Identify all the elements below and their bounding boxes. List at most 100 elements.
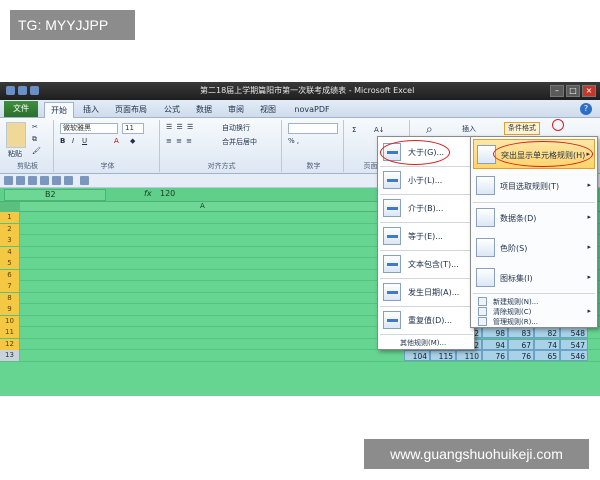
percent-icon[interactable]: % , bbox=[288, 137, 299, 145]
undo-icon[interactable] bbox=[30, 86, 39, 95]
menu-item-between[interactable]: 介于(B)... bbox=[380, 195, 473, 221]
insert-button[interactable]: 插入 bbox=[462, 124, 476, 134]
row-header[interactable]: 5 bbox=[0, 258, 20, 269]
name-box[interactable]: B2 bbox=[4, 189, 106, 201]
tab-page-layout[interactable]: 页面布局 bbox=[108, 102, 154, 118]
table-cell[interactable]: 548 bbox=[560, 327, 588, 338]
find-icon[interactable]: ⌕ bbox=[426, 122, 433, 137]
table-cell[interactable]: 110 bbox=[456, 350, 482, 361]
less-than-icon bbox=[383, 171, 401, 189]
formula-input[interactable]: 120 bbox=[160, 189, 175, 198]
tab-novapdf[interactable]: novaPDF bbox=[290, 102, 334, 118]
paste-icon[interactable] bbox=[6, 122, 26, 148]
font-color-icon[interactable]: A bbox=[114, 137, 119, 145]
table-cell[interactable]: 104 bbox=[404, 350, 430, 361]
sigma-icon[interactable]: Σ bbox=[352, 126, 356, 134]
wrap-text-button[interactable]: 自动换行 bbox=[222, 123, 250, 133]
close-button[interactable]: × bbox=[582, 85, 596, 97]
menu-item-less-than[interactable]: 小于(L)... bbox=[380, 167, 473, 193]
row-header[interactable]: 12 bbox=[0, 338, 20, 350]
save-icon[interactable] bbox=[18, 86, 27, 95]
font-name-select[interactable]: 微软雅黑 bbox=[60, 123, 118, 134]
tab-formulas[interactable]: 公式 bbox=[158, 102, 186, 118]
underline-button[interactable]: U bbox=[82, 137, 87, 145]
menu-item-manage-rules[interactable]: 管理规则(R)... bbox=[473, 315, 595, 328]
qat-icon-3[interactable] bbox=[28, 176, 37, 185]
qat-icon-1[interactable] bbox=[4, 176, 13, 185]
tab-file[interactable]: 文件 bbox=[4, 101, 38, 117]
color-scales-icon bbox=[476, 238, 495, 257]
row-header[interactable]: 3 bbox=[0, 235, 20, 246]
menu-item-text-contains[interactable]: 文本包含(T)... bbox=[380, 251, 473, 277]
row-header[interactable]: 2 bbox=[0, 223, 20, 235]
tab-home[interactable]: 开始 bbox=[44, 102, 74, 118]
fx-icon[interactable]: fx bbox=[144, 189, 152, 198]
row-header[interactable]: 8 bbox=[0, 292, 20, 304]
menu-item-label: 数据条(D) bbox=[500, 214, 537, 223]
paste-button[interactable]: 粘贴 bbox=[8, 149, 22, 159]
qat-icon-7[interactable] bbox=[80, 176, 89, 185]
format-painter-icon[interactable]: 🖌 bbox=[32, 147, 41, 155]
table-cell[interactable]: 74 bbox=[534, 338, 560, 350]
excel-icon bbox=[6, 86, 15, 95]
menu-item-top-bottom-rules[interactable]: 项目选取规则(T) ▸ bbox=[473, 171, 595, 201]
help-icon[interactable]: ? bbox=[580, 103, 592, 115]
conditional-formatting-button[interactable]: 条件格式 bbox=[504, 122, 540, 135]
qat-icon-4[interactable] bbox=[40, 176, 49, 185]
row-header[interactable]: 6 bbox=[0, 269, 20, 281]
tab-data[interactable]: 数据 bbox=[190, 102, 218, 118]
menu-item-label: 项目选取规则(T) bbox=[500, 182, 560, 191]
menu-item-duplicate-values[interactable]: 重复值(D)... bbox=[380, 307, 473, 333]
table-cell[interactable]: 76 bbox=[508, 350, 534, 361]
sort-icon[interactable]: A↓ bbox=[374, 126, 385, 134]
table-cell[interactable]: 546 bbox=[560, 350, 588, 361]
tab-view[interactable]: 视图 bbox=[254, 102, 282, 118]
qat-icon-6[interactable] bbox=[64, 176, 73, 185]
annotation-circle-greater bbox=[380, 140, 450, 165]
row-header[interactable]: 13 bbox=[0, 350, 20, 361]
table-cell[interactable]: 65 bbox=[534, 350, 560, 361]
select-all-corner[interactable] bbox=[0, 202, 20, 212]
font-size-select[interactable]: 11 bbox=[122, 123, 144, 134]
column-header-a[interactable]: A bbox=[200, 202, 205, 210]
row-header[interactable]: 10 bbox=[0, 315, 20, 327]
menu-item-more-rules[interactable]: 其他规则(M)... bbox=[400, 338, 446, 348]
table-cell[interactable]: 98 bbox=[482, 327, 508, 338]
table-cell[interactable]: 82 bbox=[534, 327, 560, 338]
italic-button[interactable]: I bbox=[72, 137, 74, 145]
menu-item-equal-to[interactable]: 等于(E)... bbox=[380, 223, 473, 249]
table-cell[interactable]: 76 bbox=[482, 350, 508, 361]
quick-access-toolbar[interactable] bbox=[6, 86, 66, 96]
align-top-icons[interactable]: ☰ ☰ ☰ bbox=[166, 123, 194, 131]
row-header[interactable]: 9 bbox=[0, 304, 20, 315]
table-cell[interactable]: 115 bbox=[430, 350, 456, 361]
tab-review[interactable]: 审阅 bbox=[222, 102, 250, 118]
merge-center-button[interactable]: 合并后居中 bbox=[222, 137, 257, 147]
row-header[interactable]: 1 bbox=[0, 212, 20, 223]
row-header[interactable]: 7 bbox=[0, 281, 20, 292]
maximize-button[interactable]: □ bbox=[566, 85, 580, 97]
table-cell[interactable]: 67 bbox=[508, 338, 534, 350]
qat-icon-5[interactable] bbox=[52, 176, 61, 185]
copy-icon[interactable]: ⧉ bbox=[32, 135, 37, 144]
bold-button[interactable]: B bbox=[60, 137, 65, 145]
row-header[interactable]: 11 bbox=[0, 327, 20, 338]
menu-item-color-scales[interactable]: 色阶(S) ▸ bbox=[473, 233, 595, 263]
menu-item-icon-sets[interactable]: 图标集(I) ▸ bbox=[473, 263, 595, 293]
menu-item-data-bars[interactable]: 数据条(D) ▸ bbox=[473, 203, 595, 233]
qat-icon-2[interactable] bbox=[16, 176, 25, 185]
number-format-select[interactable] bbox=[288, 123, 338, 134]
menu-item-date-occurring[interactable]: 发生日期(A)... bbox=[380, 279, 473, 305]
group-label-font: 字体 bbox=[100, 162, 115, 170]
table-cell[interactable]: 547 bbox=[560, 338, 588, 350]
tab-insert[interactable]: 插入 bbox=[78, 102, 104, 118]
align-center-icons[interactable]: ≡ ≡ ≡ bbox=[166, 137, 193, 145]
menu-item-label: 管理规则(R)... bbox=[493, 318, 539, 326]
cut-icon[interactable]: ✂ bbox=[32, 123, 38, 131]
table-cell[interactable]: 83 bbox=[508, 327, 534, 338]
table-cell[interactable]: 94 bbox=[482, 338, 508, 350]
minimize-button[interactable]: – bbox=[550, 85, 564, 97]
row-header[interactable]: 4 bbox=[0, 246, 20, 258]
table-row: 12 112 108 92 94 67 74 547 bbox=[0, 338, 600, 350]
fill-color-icon[interactable]: ◆ bbox=[130, 137, 135, 145]
